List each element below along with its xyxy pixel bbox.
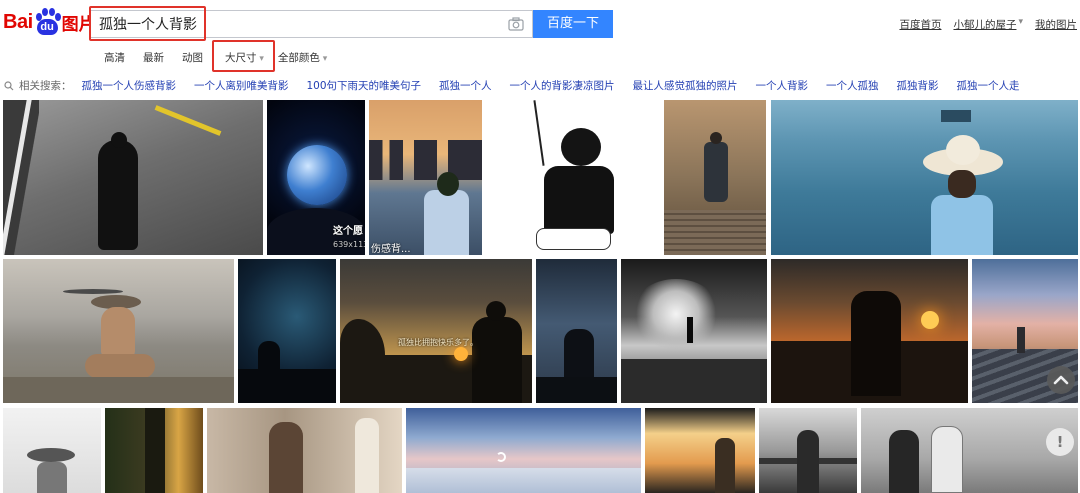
related-item[interactable]: 一个人离别唯美背影: [194, 78, 289, 93]
my-images-link[interactable]: 我的图片: [1035, 17, 1077, 32]
related-searches: 相关搜索： 孤独一个人伤感背影 一个人离别唯美背影 100句下雨天的唯美句子 孤…: [4, 78, 1038, 93]
image-result-sketch-boy[interactable]: [486, 100, 660, 255]
related-item[interactable]: 最让人感觉孤独的照片: [633, 78, 738, 93]
baidu-home-link[interactable]: 百度首页: [899, 17, 941, 32]
image-result-sky-fantasy[interactable]: [406, 408, 641, 493]
image-result-sunset-girl[interactable]: [645, 408, 755, 493]
image-result-warm-shadow[interactable]: [105, 408, 203, 493]
image-result-starry-night[interactable]: [238, 259, 336, 403]
image-result-love-island[interactable]: [207, 408, 402, 493]
related-label: 相关搜索：: [19, 80, 72, 92]
camera-icon[interactable]: [508, 17, 524, 31]
image-result-bw-girl-railing[interactable]: [759, 408, 857, 493]
chevron-down-icon[interactable]: ▾: [1018, 17, 1023, 32]
related-item[interactable]: 孤独一个人伤感背影: [82, 78, 177, 93]
image-result-sea-hat-girl[interactable]: [771, 100, 1078, 255]
related-item[interactable]: 孤独背影: [897, 78, 939, 93]
related-item[interactable]: 一个人背影: [756, 78, 809, 93]
image-caption: 伤感背...: [371, 244, 411, 255]
image-result-wave-bw[interactable]: [621, 259, 767, 403]
image-quote-text: 孤独比拥抱快乐多了。: [398, 338, 478, 347]
scroll-to-top-button[interactable]: [1047, 366, 1075, 394]
filter-animated[interactable]: 动图: [182, 50, 203, 65]
image-result-sunset-quote[interactable]: 孤独比拥抱快乐多了。: [340, 259, 532, 403]
logo-bai-text: Bai: [3, 10, 33, 33]
image-result-forest-deck[interactable]: [664, 100, 766, 255]
image-result-white-hat[interactable]: [3, 408, 101, 493]
user-menu-link[interactable]: 小郁儿的屋子: [953, 17, 1016, 32]
search-icon: [4, 80, 14, 90]
related-item[interactable]: 孤独一个人走: [957, 78, 1020, 93]
top-links: 百度首页 小郁儿的屋子 ▾ 我的图片: [887, 17, 1077, 32]
filter-hd[interactable]: 高清: [104, 50, 125, 65]
image-result-dusk-window[interactable]: [536, 259, 617, 403]
related-item[interactable]: 一个人的背影凄凉图片: [510, 78, 615, 93]
image-caption: 这个愿: [333, 226, 363, 237]
search-button[interactable]: 百度一下: [533, 10, 613, 38]
related-item[interactable]: 一个人孤独: [826, 78, 879, 93]
image-result-two-girls-bw[interactable]: [861, 408, 1078, 493]
search-box[interactable]: [90, 10, 533, 38]
filter-color-dropdown[interactable]: 全部颜色: [278, 50, 327, 65]
related-item[interactable]: 100句下雨天的唯美句子: [307, 78, 422, 93]
search-input[interactable]: [99, 11, 504, 37]
chevron-up-icon: [1053, 375, 1069, 385]
feedback-button[interactable]: !: [1046, 428, 1074, 456]
image-result-beach-sitting[interactable]: [3, 259, 234, 403]
image-result-sunset-backpack[interactable]: [771, 259, 968, 403]
image-result-road-shadow[interactable]: [3, 100, 263, 255]
related-item[interactable]: 孤独一个人: [439, 78, 492, 93]
filter-size-dropdown[interactable]: 大尺寸: [225, 50, 264, 65]
image-result-earth[interactable]: 这个愿 639x1130: [267, 100, 365, 255]
image-size-label: 639x1130: [333, 240, 365, 249]
baidu-images-logo[interactable]: Bai du 图片: [3, 7, 96, 37]
filter-bar: 高清 最新 动图 大尺寸 全部颜色: [104, 50, 345, 65]
image-result-city-sunset[interactable]: 伤感背...: [369, 100, 482, 255]
filter-latest[interactable]: 最新: [143, 50, 164, 65]
logo-paw-icon: du: [34, 8, 61, 36]
